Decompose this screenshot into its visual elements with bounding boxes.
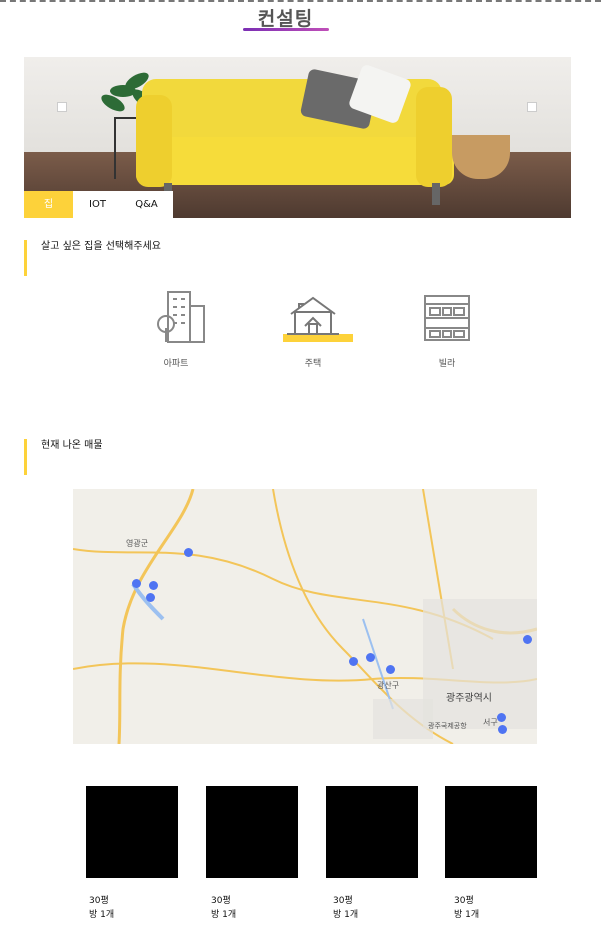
map-marker[interactable]: [497, 713, 506, 722]
map-label: 서구: [483, 718, 498, 727]
house-type-label: 주택: [304, 359, 322, 369]
map-label: 광산구: [377, 681, 400, 690]
tab-qna[interactable]: Q&A: [122, 191, 171, 218]
map-roads: [73, 489, 537, 744]
top-dashed-border: [0, 0, 601, 2]
villa-icon: [417, 290, 477, 344]
listing-size: 30평: [454, 896, 474, 906]
listing-card[interactable]: 30평 방 1개: [445, 786, 537, 922]
section-listings-label: 현재 나온 매물: [24, 439, 103, 475]
listing-size: 30평: [211, 896, 231, 906]
listing-rooms: 방 1개: [454, 910, 480, 920]
house-type-house[interactable]: 주택: [273, 290, 353, 369]
hero-tabs: 집 IOT Q&A: [24, 191, 173, 218]
listing-image[interactable]: [206, 786, 298, 878]
listing-rooms: 방 1개: [89, 910, 115, 920]
listing-image[interactable]: [86, 786, 178, 878]
house-type-label: 아파트: [163, 359, 189, 369]
tab-iot[interactable]: IOT: [73, 191, 122, 218]
listings-map[interactable]: 영광군 광산구 광주광역시 서구 광주국제공항: [73, 489, 537, 744]
house-type-label: 빌라: [438, 359, 456, 369]
map-marker[interactable]: [184, 548, 193, 557]
listing-rooms: 방 1개: [333, 910, 359, 920]
listing-card[interactable]: 30평 방 1개: [206, 786, 298, 922]
map-label: 영광군: [126, 539, 149, 548]
map-marker[interactable]: [366, 653, 375, 662]
listing-size: 30평: [333, 896, 353, 906]
map-marker[interactable]: [132, 579, 141, 588]
listing-card[interactable]: 30평 방 1개: [86, 786, 178, 922]
listing-image[interactable]: [326, 786, 418, 878]
apartment-icon: [146, 290, 206, 344]
map-marker[interactable]: [146, 593, 155, 602]
page-title: 컨설팅: [257, 8, 314, 30]
map-marker[interactable]: [498, 725, 507, 734]
title-underline: [243, 28, 329, 31]
house-type-apartment[interactable]: 아파트: [136, 290, 216, 369]
map-marker[interactable]: [349, 657, 358, 666]
map-label: 광주국제공항: [428, 722, 467, 730]
listing-rooms: 방 1개: [211, 910, 237, 920]
section-select-label: 살고 싶은 집을 선택해주세요: [24, 240, 161, 276]
listing-size: 30평: [89, 896, 109, 906]
map-marker[interactable]: [386, 665, 395, 674]
house-type-villa[interactable]: 빌라: [407, 290, 487, 369]
tab-house[interactable]: 집: [24, 191, 73, 218]
listing-image[interactable]: [445, 786, 537, 878]
map-marker[interactable]: [149, 581, 158, 590]
listing-card[interactable]: 30평 방 1개: [326, 786, 418, 922]
house-icon: [283, 290, 353, 344]
map-marker[interactable]: [523, 635, 532, 644]
map-label: 광주광역시: [446, 693, 492, 704]
